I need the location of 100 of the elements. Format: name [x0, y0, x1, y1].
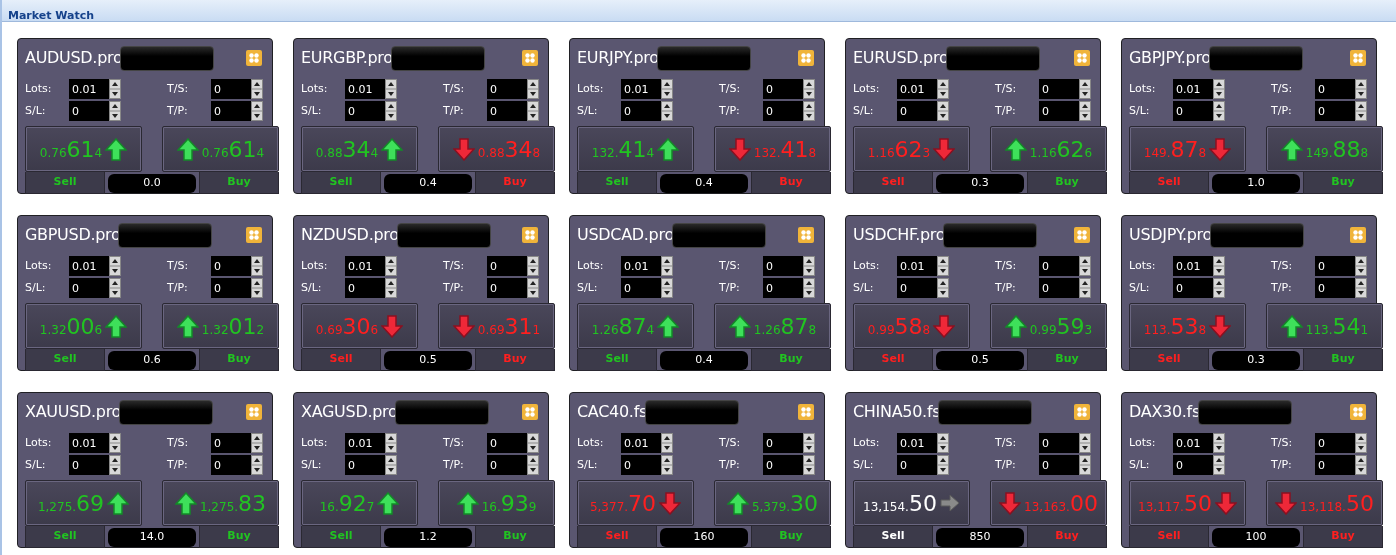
spinner-icon[interactable]: [1079, 79, 1091, 99]
take-profit-field[interactable]: 0: [763, 101, 803, 121]
lots-field[interactable]: 0.01: [345, 433, 385, 453]
buy-button[interactable]: Buy: [751, 349, 831, 371]
spinner-icon[interactable]: [1355, 455, 1367, 475]
spinner-icon[interactable]: [1079, 455, 1091, 475]
buy-button[interactable]: Buy: [475, 526, 555, 548]
spinner-icon[interactable]: [1079, 256, 1091, 276]
spinner-icon[interactable]: [803, 433, 815, 453]
stop-loss-field[interactable]: 0: [621, 101, 661, 121]
spinner-icon[interactable]: [1355, 101, 1367, 121]
spinner-icon[interactable]: [1213, 101, 1225, 121]
buy-button[interactable]: Buy: [199, 526, 279, 548]
trailing-stop-field[interactable]: 0: [1039, 256, 1079, 276]
lots-field[interactable]: 0.01: [69, 433, 109, 453]
stop-loss-field[interactable]: 0: [69, 101, 109, 121]
buy-button[interactable]: Buy: [751, 526, 831, 548]
spinner-icon[interactable]: [385, 433, 397, 453]
buy-button[interactable]: Buy: [1027, 349, 1107, 371]
spinner-icon[interactable]: [1355, 256, 1367, 276]
sell-button[interactable]: Sell: [301, 172, 381, 194]
trailing-stop-field[interactable]: 0: [487, 256, 527, 276]
trailing-stop-field[interactable]: 0: [763, 256, 803, 276]
take-profit-field[interactable]: 0: [1315, 278, 1355, 298]
take-profit-field[interactable]: 0: [1315, 455, 1355, 475]
spinner-icon[interactable]: [109, 101, 121, 121]
stop-loss-field[interactable]: 0: [345, 455, 385, 475]
spinner-icon[interactable]: [661, 433, 673, 453]
buy-price-button[interactable]: 1,275.83: [162, 480, 279, 526]
lots-field[interactable]: 0.01: [621, 433, 661, 453]
buy-price-button[interactable]: 149.888: [1266, 126, 1383, 172]
spinner-icon[interactable]: [251, 79, 263, 99]
trailing-stop-field[interactable]: 0: [211, 79, 251, 99]
spinner-icon[interactable]: [1213, 433, 1225, 453]
sell-price-button[interactable]: 16.927: [301, 480, 418, 526]
take-profit-field[interactable]: 0: [1039, 278, 1079, 298]
spinner-icon[interactable]: [803, 101, 815, 121]
stop-loss-field[interactable]: 0: [345, 101, 385, 121]
stop-loss-field[interactable]: 0: [345, 278, 385, 298]
spinner-icon[interactable]: [251, 455, 263, 475]
lots-field[interactable]: 0.01: [897, 256, 937, 276]
take-profit-field[interactable]: 0: [211, 278, 251, 298]
trailing-stop-field[interactable]: 0: [1315, 79, 1355, 99]
spinner-icon[interactable]: [1079, 278, 1091, 298]
sell-button[interactable]: Sell: [853, 526, 933, 548]
sell-button[interactable]: Sell: [25, 349, 105, 371]
spinner-icon[interactable]: [803, 278, 815, 298]
trailing-stop-field[interactable]: 0: [1315, 256, 1355, 276]
buy-price-button[interactable]: 0.76614: [162, 126, 279, 172]
spinner-icon[interactable]: [251, 278, 263, 298]
buy-button[interactable]: Buy: [1303, 172, 1383, 194]
sell-price-button[interactable]: 1,275.69: [25, 480, 142, 526]
spinner-icon[interactable]: [527, 455, 539, 475]
spinner-icon[interactable]: [1079, 433, 1091, 453]
lots-field[interactable]: 0.01: [621, 79, 661, 99]
spinner-icon[interactable]: [251, 433, 263, 453]
buy-price-button[interactable]: 0.99593: [990, 303, 1107, 349]
lots-field[interactable]: 0.01: [69, 256, 109, 276]
spinner-icon[interactable]: [1213, 79, 1225, 99]
spinner-icon[interactable]: [385, 79, 397, 99]
lots-field[interactable]: 0.01: [345, 256, 385, 276]
take-profit-field[interactable]: 0: [763, 455, 803, 475]
spinner-icon[interactable]: [661, 278, 673, 298]
stop-loss-field[interactable]: 0: [1173, 455, 1213, 475]
buy-price-button[interactable]: 1.16626: [990, 126, 1107, 172]
sell-price-button[interactable]: 0.88344: [301, 126, 418, 172]
spinner-icon[interactable]: [661, 455, 673, 475]
lots-field[interactable]: 0.01: [1173, 79, 1213, 99]
stop-loss-field[interactable]: 0: [621, 278, 661, 298]
trailing-stop-field[interactable]: 0: [211, 256, 251, 276]
spinner-icon[interactable]: [661, 256, 673, 276]
trailing-stop-field[interactable]: 0: [763, 79, 803, 99]
spinner-icon[interactable]: [109, 455, 121, 475]
stop-loss-field[interactable]: 0: [621, 455, 661, 475]
stop-loss-field[interactable]: 0: [897, 455, 937, 475]
spinner-icon[interactable]: [661, 79, 673, 99]
lots-field[interactable]: 0.01: [1173, 433, 1213, 453]
sell-price-button[interactable]: 132.414: [577, 126, 694, 172]
trailing-stop-field[interactable]: 0: [1039, 433, 1079, 453]
take-profit-field[interactable]: 0: [1315, 101, 1355, 121]
sell-price-button[interactable]: 1.26874: [577, 303, 694, 349]
spinner-icon[interactable]: [937, 79, 949, 99]
buy-button[interactable]: Buy: [1303, 349, 1383, 371]
spinner-icon[interactable]: [109, 79, 121, 99]
spinner-icon[interactable]: [1355, 79, 1367, 99]
sell-price-button[interactable]: 0.76614: [25, 126, 142, 172]
sell-button[interactable]: Sell: [301, 526, 381, 548]
sell-price-button[interactable]: 1.32006: [25, 303, 142, 349]
spinner-icon[interactable]: [661, 101, 673, 121]
spinner-icon[interactable]: [251, 101, 263, 121]
buy-price-button[interactable]: 16.939: [438, 480, 555, 526]
spinner-icon[interactable]: [527, 256, 539, 276]
spinner-icon[interactable]: [251, 256, 263, 276]
trailing-stop-field[interactable]: 0: [487, 79, 527, 99]
spinner-icon[interactable]: [803, 455, 815, 475]
spinner-icon[interactable]: [109, 256, 121, 276]
take-profit-field[interactable]: 0: [487, 101, 527, 121]
take-profit-field[interactable]: 0: [1039, 455, 1079, 475]
lots-field[interactable]: 0.01: [897, 79, 937, 99]
take-profit-field[interactable]: 0: [487, 278, 527, 298]
